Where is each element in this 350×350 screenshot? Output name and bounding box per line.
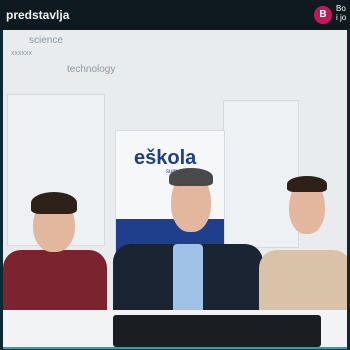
wall-label: xxxxxx [11, 50, 32, 57]
center-speaker-hair [169, 168, 213, 186]
participant-name-line-2: i jo [336, 13, 347, 22]
participant-name-line-1: Bo [336, 4, 346, 13]
participant-avatar[interactable]: B [314, 6, 332, 24]
wall-label: technology [67, 64, 116, 75]
wall-label: science [29, 35, 63, 46]
left-speaker-hair [31, 192, 77, 214]
right-speaker-hair [287, 176, 327, 192]
meeting-title: predstavlja [6, 8, 70, 22]
top-bar: predstavlja B Bo i jo [0, 0, 350, 30]
participant-name: Bo i jo [336, 4, 346, 22]
banner-logo-text: eškola [134, 147, 197, 169]
laptop [113, 315, 321, 347]
video-call-window: predstavlja B Bo i jo science technology… [0, 0, 350, 350]
main-video-stream[interactable]: science technology xxxxxx eškola sum [3, 30, 347, 349]
right-banner [223, 100, 299, 248]
